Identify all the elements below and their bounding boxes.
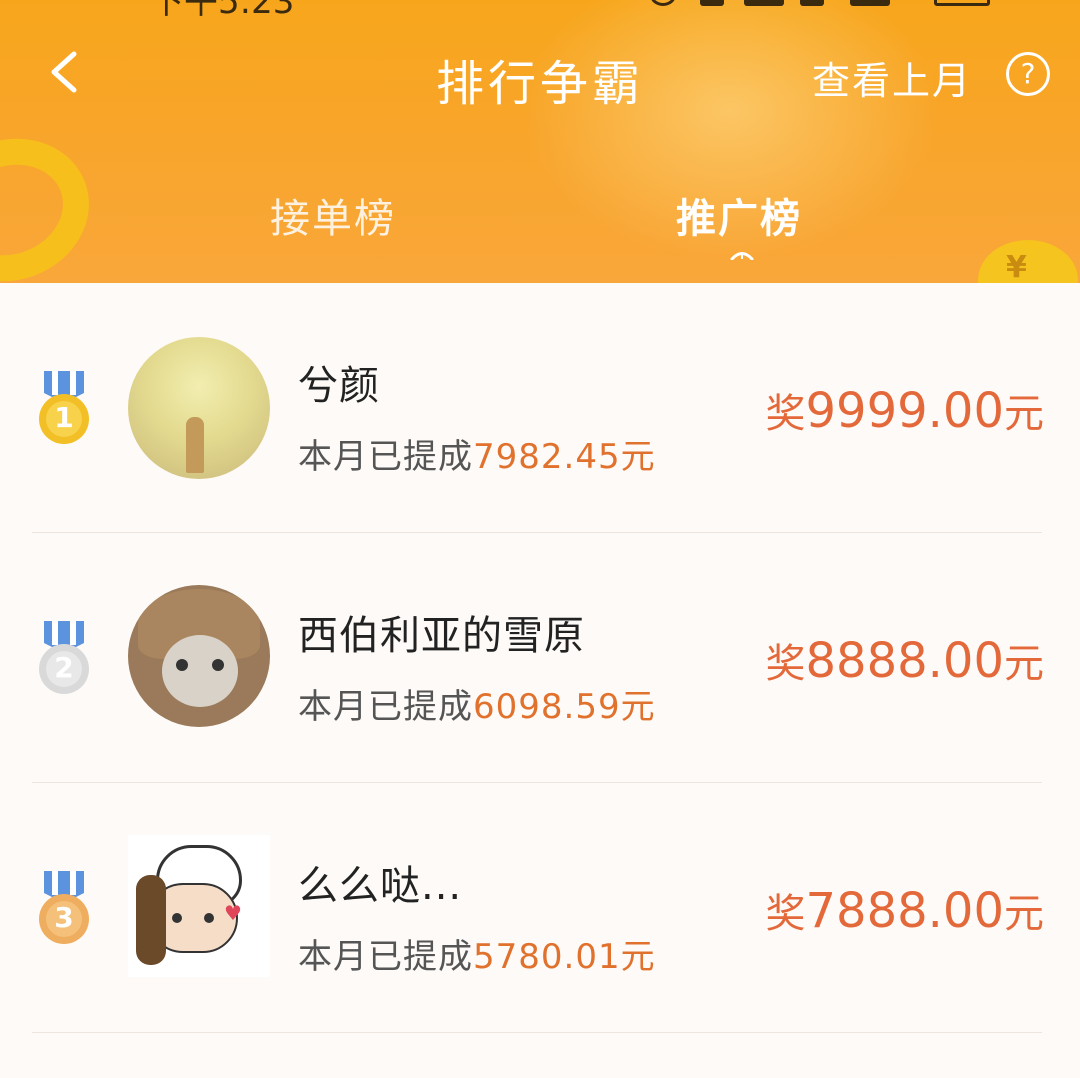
tab-promotion-ranking[interactable]: 推广榜 bbox=[676, 186, 802, 244]
commission-label: 本月已提成 bbox=[298, 687, 473, 727]
prize-label: 奖 bbox=[765, 891, 806, 937]
avatar-cat-face bbox=[162, 635, 238, 707]
commission-label: 本月已提成 bbox=[298, 937, 473, 977]
tab-orders-ranking[interactable]: 接单榜 bbox=[270, 186, 396, 244]
coin-decoration-left bbox=[0, 116, 110, 283]
user-name: 西伯利亚的雪原 bbox=[298, 613, 585, 659]
prize-unit: 元 bbox=[1004, 391, 1044, 437]
prize-value: 7888.00 bbox=[805, 883, 1005, 939]
avatar-figure bbox=[186, 417, 204, 473]
question-circle-icon: ? bbox=[1020, 57, 1036, 90]
prize-amount: 奖9999.00元 bbox=[766, 381, 1045, 439]
prize-unit: 元 bbox=[1004, 641, 1044, 687]
commission-amount: 5780.01元 bbox=[473, 937, 656, 977]
commission-amount: 7982.45元 bbox=[473, 437, 656, 477]
prize-value: 9999.00 bbox=[805, 383, 1005, 439]
view-last-month-link[interactable]: 查看上月 bbox=[812, 50, 972, 105]
ranking-row[interactable]: 1 兮颜 本月已提成7982.45元 奖9999.00元 bbox=[0, 283, 1080, 533]
rank-number: 2 bbox=[54, 651, 74, 684]
divider bbox=[32, 1032, 1042, 1033]
monthly-commission: 本月已提成6098.59元 bbox=[298, 679, 656, 728]
ranking-row[interactable]: 3 ♥ 么么哒... 本月已提成5780.01元 奖7888.00元 bbox=[0, 783, 1080, 1033]
avatar[interactable] bbox=[128, 337, 270, 479]
status-bar-icons bbox=[650, 0, 1000, 10]
rank-number: 1 bbox=[54, 401, 74, 434]
status-bar-time: 下午5:23 bbox=[150, 0, 295, 22]
prize-unit: 元 bbox=[1004, 891, 1044, 937]
avatar-hair bbox=[136, 875, 166, 965]
prize-amount: 奖7888.00元 bbox=[766, 881, 1045, 939]
prize-label: 奖 bbox=[765, 641, 806, 687]
prize-label: 奖 bbox=[765, 391, 806, 437]
yen-icon: ¥ bbox=[1006, 250, 1027, 283]
header-banner: ¥ 下午5:23 排行争霸 查看上月 ? 接单榜 推广榜 bbox=[0, 0, 1080, 283]
avatar[interactable] bbox=[128, 585, 270, 727]
ranking-row[interactable]: 2 西伯利亚的雪原 本月已提成6098.59元 奖8888.00元 bbox=[0, 533, 1080, 783]
coin-decoration-right bbox=[978, 240, 1078, 283]
monthly-commission: 本月已提成7982.45元 bbox=[298, 429, 656, 478]
monthly-commission: 本月已提成5780.01元 bbox=[298, 929, 656, 978]
commission-amount: 6098.59元 bbox=[473, 687, 656, 727]
commission-label: 本月已提成 bbox=[298, 437, 473, 477]
help-button[interactable]: ? bbox=[1006, 52, 1050, 96]
avatar[interactable]: ♥ bbox=[128, 835, 270, 977]
prize-amount: 奖8888.00元 bbox=[766, 631, 1045, 689]
user-name: 兮颜 bbox=[298, 363, 380, 409]
user-name: 么么哒... bbox=[298, 863, 463, 909]
active-tab-indicator bbox=[730, 252, 754, 260]
prize-value: 8888.00 bbox=[805, 633, 1005, 689]
rank-number: 3 bbox=[54, 901, 74, 934]
heart-icon: ♥ bbox=[224, 901, 242, 925]
